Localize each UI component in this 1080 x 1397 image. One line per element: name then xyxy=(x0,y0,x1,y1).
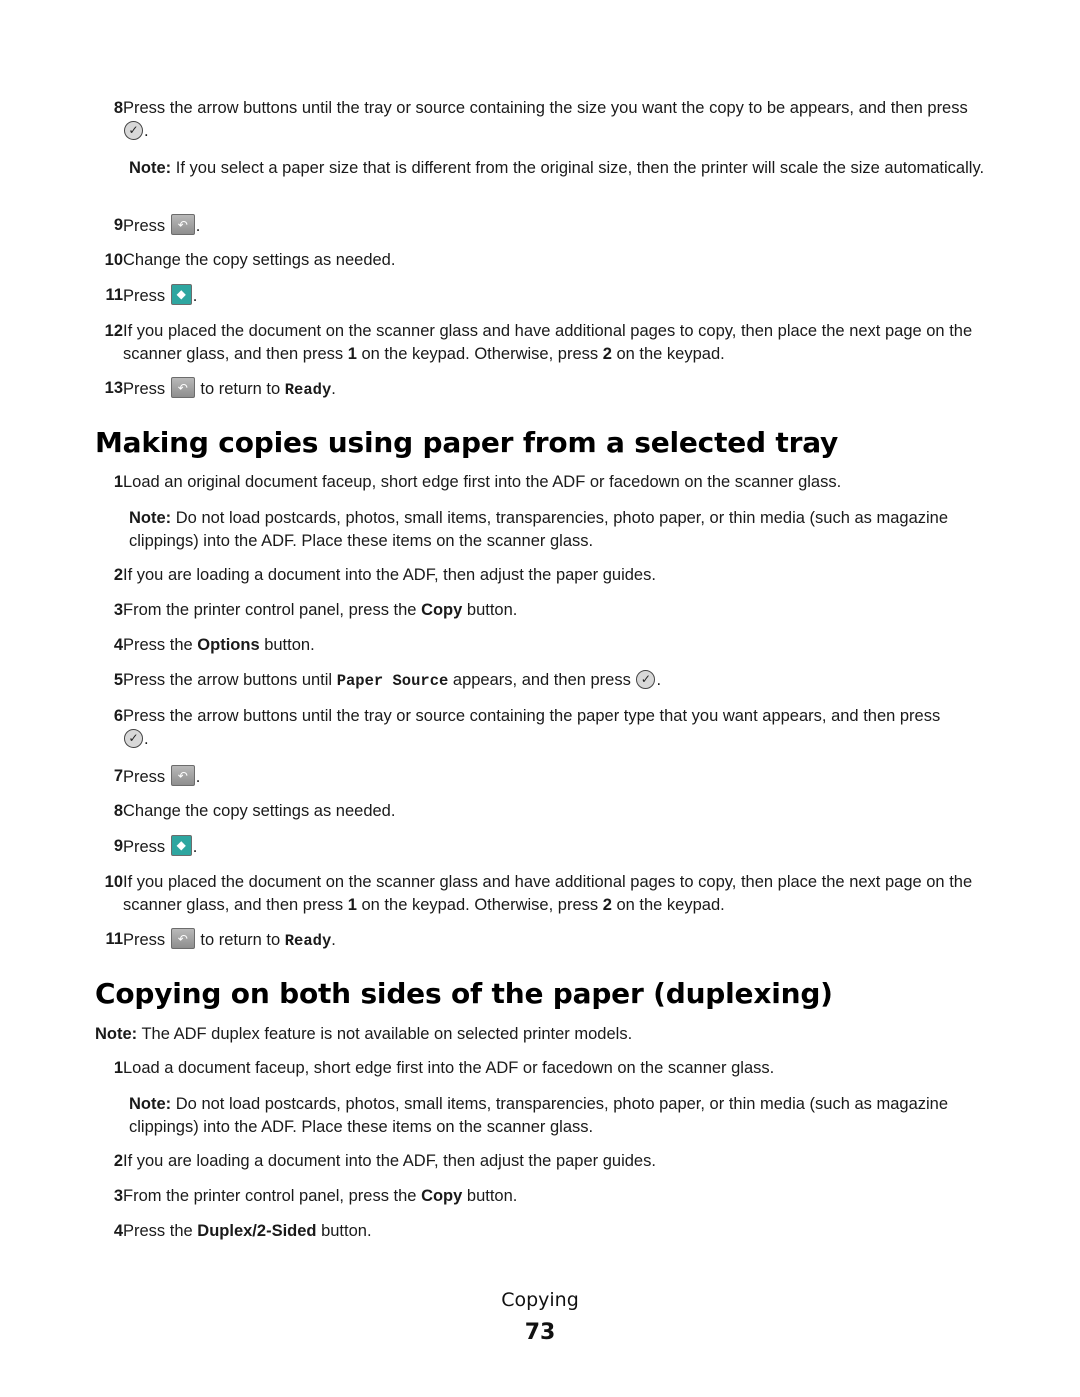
step-3: 3 From the printer control panel, press … xyxy=(113,1187,518,1205)
step-9: 9 Press . xyxy=(88,835,988,859)
back-button-icon xyxy=(170,928,195,951)
note: Note: Do not load postcards, photos, sma… xyxy=(129,509,949,550)
note: Note: If you select a paper size that is… xyxy=(129,159,985,177)
step-10: 10 If you placed the document on the sca… xyxy=(104,873,973,914)
section-heading: Making copies using paper from a selecte… xyxy=(95,426,839,459)
step-9: 9 Press . xyxy=(88,214,988,238)
step-11: 11 Press . xyxy=(88,284,988,308)
step-2: 2 If you are loading a document into the… xyxy=(113,1152,656,1170)
select-check-icon xyxy=(124,729,143,748)
back-button-icon xyxy=(170,377,195,400)
chapter-label: Copying xyxy=(501,1289,579,1311)
step-4: 4 Press the Duplex/2-Sided button. xyxy=(113,1222,372,1240)
select-check-icon xyxy=(124,121,143,140)
step-1: 1 Load a document faceup, short edge fir… xyxy=(113,1059,775,1077)
manual-page: 8 Press the arrow buttons until the tray… xyxy=(0,0,1080,1397)
intro-note: Note: The ADF duplex feature is not avai… xyxy=(95,1025,633,1043)
step-3: 3 From the printer control panel, press … xyxy=(113,601,518,619)
step-4: 4 Press the Options button. xyxy=(113,636,315,654)
start-button-icon xyxy=(170,284,192,305)
step-10: 10 Change the copy settings as needed. xyxy=(104,251,396,269)
step-8: 8 Press the arrow buttons until the tray… xyxy=(88,97,988,143)
step-6: 6 Press the arrow buttons until the tray… xyxy=(88,705,988,751)
step-2: 2 If you are loading a document into the… xyxy=(113,566,656,584)
page-number: 73 xyxy=(524,1320,556,1345)
select-check-icon xyxy=(636,670,656,689)
step-5: 5 Press the arrow buttons until Paper So… xyxy=(88,669,988,693)
section-heading: Copying on both sides of the paper (dupl… xyxy=(95,977,833,1010)
back-button-icon xyxy=(170,214,195,237)
note: Note: Do not load postcards, photos, sma… xyxy=(129,1095,949,1136)
back-button-icon xyxy=(170,765,195,788)
step-12: 12 If you placed the document on the sca… xyxy=(104,322,973,363)
step-8: 8 Change the copy settings as needed. xyxy=(113,802,396,820)
step-11: 11 Press to return to Ready. xyxy=(88,928,988,953)
start-button-icon xyxy=(170,835,192,856)
step-1: 1 Load an original document faceup, shor… xyxy=(113,473,842,491)
step-7: 7 Press . xyxy=(88,765,988,789)
step-13: 13 Press to return to Ready. xyxy=(88,377,988,402)
